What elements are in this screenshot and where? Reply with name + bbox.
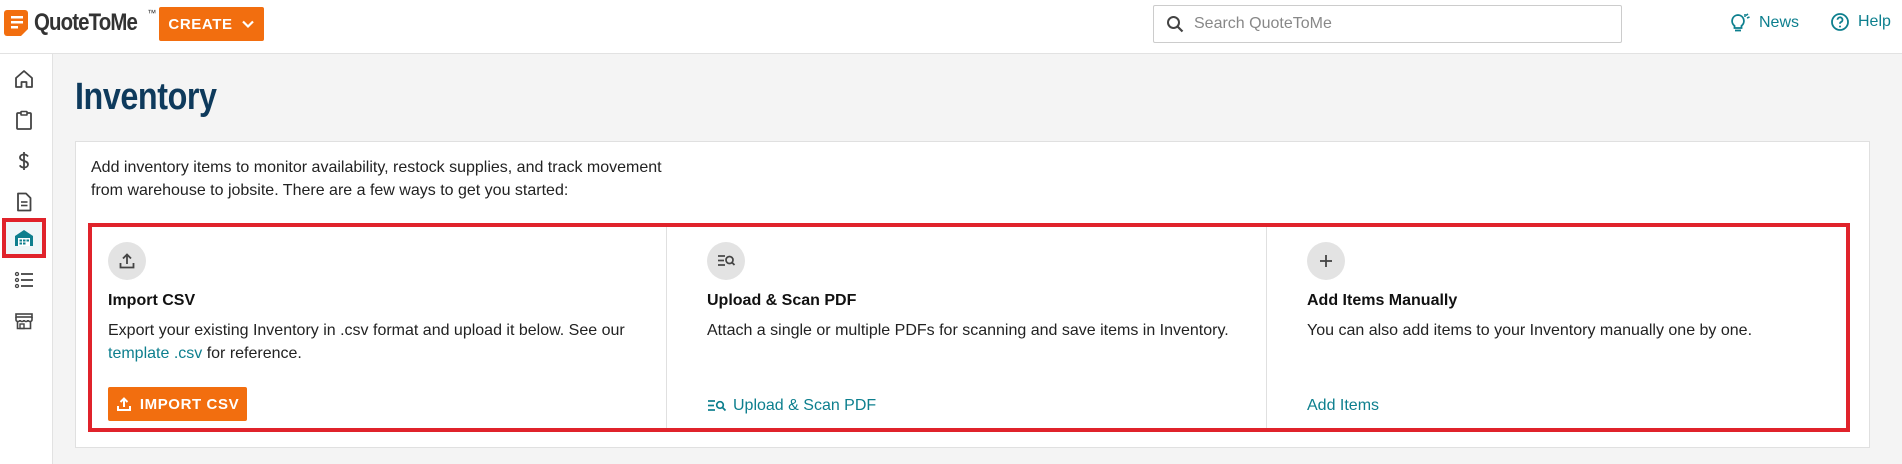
import-csv-button[interactable]: IMPORT CSV xyxy=(108,387,247,421)
clipboard-icon xyxy=(16,110,32,130)
sidebar-item-documents[interactable] xyxy=(2,182,46,222)
import-csv-desc-suffix: for reference. xyxy=(202,345,302,362)
add-items-manually-card: Add Items Manually You can also add item… xyxy=(1291,227,1851,428)
import-csv-card: Import CSV Export your existing Inventor… xyxy=(92,227,666,428)
sidebar-item-lists[interactable] xyxy=(2,260,46,300)
help-link[interactable]: Help xyxy=(1830,12,1891,32)
help-circle-icon xyxy=(1831,13,1849,31)
add-items-manually-description: You can also add items to your Inventory… xyxy=(1307,322,1753,339)
upload-scan-pdf-title: Upload & Scan PDF xyxy=(707,292,857,309)
search-box[interactable] xyxy=(1153,5,1622,43)
card-divider xyxy=(666,227,667,428)
upload-icon xyxy=(116,397,131,411)
news-label: News xyxy=(1759,14,1800,31)
sidebar-item-billing[interactable] xyxy=(2,141,46,181)
sidebar-item-inventory[interactable] xyxy=(2,218,46,258)
upload-scan-pdf-card: Upload & Scan PDF Attach a single or mul… xyxy=(691,227,1261,428)
upload-icon xyxy=(108,242,146,280)
sidebar xyxy=(0,54,53,464)
add-items-link-label: Add Items xyxy=(1307,397,1380,414)
inventory-panel: Add inventory items to monitor availabil… xyxy=(75,141,1870,448)
import-csv-desc-text: Export your existing Inventory in .csv f… xyxy=(108,322,625,339)
logo[interactable]: QuoteToMe ™ xyxy=(4,8,168,38)
document-icon xyxy=(17,192,32,212)
import-csv-description: Export your existing Inventory in .csv f… xyxy=(108,319,648,365)
lightbulb-icon xyxy=(1731,13,1750,32)
logo-text: QuoteToMe xyxy=(34,9,138,36)
create-button-label: CREATE xyxy=(168,15,233,33)
help-label: Help xyxy=(1858,13,1891,30)
card-divider xyxy=(1266,227,1267,428)
home-icon xyxy=(15,70,33,88)
import-csv-title: Import CSV xyxy=(108,292,196,309)
dollar-icon xyxy=(18,152,29,170)
chevron-down-icon xyxy=(241,20,254,29)
store-icon xyxy=(15,313,33,330)
add-items-manually-title: Add Items Manually xyxy=(1307,292,1458,309)
upload-scan-pdf-link[interactable]: Upload & Scan PDF xyxy=(707,397,876,415)
options-cards: Import CSV Export your existing Inventor… xyxy=(88,223,1850,432)
scan-list-icon xyxy=(708,400,727,412)
top-bar: QuoteToMe ™ CREATE News Help xyxy=(0,0,1902,54)
search-input[interactable] xyxy=(1194,15,1594,33)
create-button[interactable]: CREATE xyxy=(159,7,264,41)
page-title: Inventory xyxy=(75,76,217,118)
upload-scan-pdf-description: Attach a single or multiple PDFs for sca… xyxy=(707,322,1229,339)
plus-icon xyxy=(1307,242,1345,280)
list-icon xyxy=(14,271,33,289)
sidebar-item-home[interactable] xyxy=(2,59,46,99)
search-icon xyxy=(1167,16,1184,33)
intro-text: Add inventory items to monitor availabil… xyxy=(91,159,662,199)
scan-list-icon xyxy=(707,242,745,280)
import-csv-button-label: IMPORT CSV xyxy=(139,395,240,413)
logo-trademark: ™ xyxy=(147,8,157,18)
quotetome-logo-icon xyxy=(4,8,30,38)
template-csv-link[interactable]: template .csv xyxy=(108,345,202,362)
add-items-link[interactable]: Add Items xyxy=(1307,397,1379,415)
sidebar-item-store[interactable] xyxy=(2,301,46,341)
upload-scan-pdf-link-label: Upload & Scan PDF xyxy=(733,397,877,414)
news-link[interactable]: News xyxy=(1729,12,1799,34)
sidebar-item-quotes[interactable] xyxy=(2,100,46,140)
warehouse-icon xyxy=(15,230,33,246)
